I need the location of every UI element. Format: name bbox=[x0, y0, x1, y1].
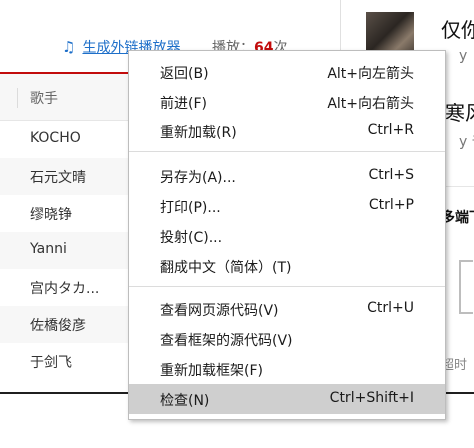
menu-item-label: 返回(B) bbox=[160, 66, 209, 82]
menu-item-label: 查看网页源代码(V) bbox=[160, 303, 279, 319]
menu-separator bbox=[129, 286, 445, 287]
column-header-artist: 歌手 bbox=[30, 91, 58, 107]
menu-item-cast[interactable]: 投射(C)... bbox=[129, 221, 445, 251]
menu-item-shortcut: Ctrl+U bbox=[367, 300, 414, 316]
menu-item-label: 重新加载框架(F) bbox=[160, 363, 263, 379]
menu-item-shortcut: Alt+向右箭头 bbox=[327, 96, 414, 112]
artist-cell[interactable]: 宫内タカ... bbox=[30, 278, 99, 298]
menu-item-print[interactable]: 打印(P)... Ctrl+P bbox=[129, 191, 445, 221]
menu-item-save-as[interactable]: 另存为(A)... Ctrl+S bbox=[129, 161, 445, 191]
menu-item-shortcut: Alt+向左箭头 bbox=[327, 66, 414, 82]
artist-cell[interactable]: 佐橋俊彦 bbox=[30, 315, 86, 335]
menu-item-label: 投射(C)... bbox=[160, 230, 223, 246]
related-playlist-title[interactable]: 寒风 bbox=[445, 97, 474, 126]
menu-item-reload[interactable]: 重新加载(R) Ctrl+R bbox=[129, 116, 445, 146]
menu-item-shortcut: Ctrl+P bbox=[368, 197, 414, 213]
menu-item-label: 重新加载(R) bbox=[160, 125, 237, 141]
artist-cell[interactable]: 石元文晴 bbox=[30, 167, 86, 187]
related-playlist-author[interactable]: y bbox=[459, 48, 467, 64]
menu-item-forward[interactable]: 前进(F) Alt+向右箭头 bbox=[129, 87, 445, 117]
menu-item-reload-frame[interactable]: 重新加载框架(F) bbox=[129, 354, 445, 384]
menu-separator bbox=[129, 151, 445, 152]
menu-item-label: 检查(N) bbox=[160, 393, 210, 409]
menu-item-label: 翻成中文（简体）(T) bbox=[160, 260, 292, 276]
menu-item-shortcut: Ctrl+R bbox=[367, 122, 414, 138]
menu-item-inspect[interactable]: 检查(N) Ctrl+Shift+I bbox=[129, 384, 445, 414]
menu-item-label: 另存为(A)... bbox=[160, 170, 236, 186]
menu-item-shortcut: Ctrl+Shift+I bbox=[329, 390, 414, 406]
related-playlist-title[interactable]: 仅你 bbox=[441, 14, 474, 43]
menu-item-back[interactable]: 返回(B) Alt+向左箭头 bbox=[129, 57, 445, 87]
menu-item-shortcut: Ctrl+S bbox=[368, 167, 414, 183]
artist-cell[interactable]: Yanni bbox=[30, 241, 67, 257]
menu-item-view-source[interactable]: 查看网页源代码(V) Ctrl+U bbox=[129, 294, 445, 324]
menu-item-label: 查看框架的源代码(V) bbox=[160, 333, 293, 349]
music-note-icon: ♫ bbox=[62, 38, 76, 56]
artist-cell[interactable]: KOCHO bbox=[30, 130, 81, 146]
context-menu: 返回(B) Alt+向左箭头 前进(F) Alt+向右箭头 重新加载(R) Ct… bbox=[128, 50, 446, 420]
artist-cell[interactable]: 缪晓铮 bbox=[30, 204, 72, 224]
menu-item-view-frame-source[interactable]: 查看框架的源代码(V) bbox=[129, 324, 445, 354]
menu-item-label: 打印(P)... bbox=[160, 200, 221, 216]
download-box[interactable] bbox=[459, 260, 473, 314]
column-divider bbox=[17, 88, 18, 108]
artist-cell[interactable]: 于剑飞 bbox=[30, 352, 72, 372]
menu-item-translate[interactable]: 翻成中文（简体）(T) bbox=[129, 251, 445, 281]
menu-item-label: 前进(F) bbox=[160, 96, 207, 112]
related-playlist-author[interactable]: y 千 bbox=[459, 131, 474, 151]
